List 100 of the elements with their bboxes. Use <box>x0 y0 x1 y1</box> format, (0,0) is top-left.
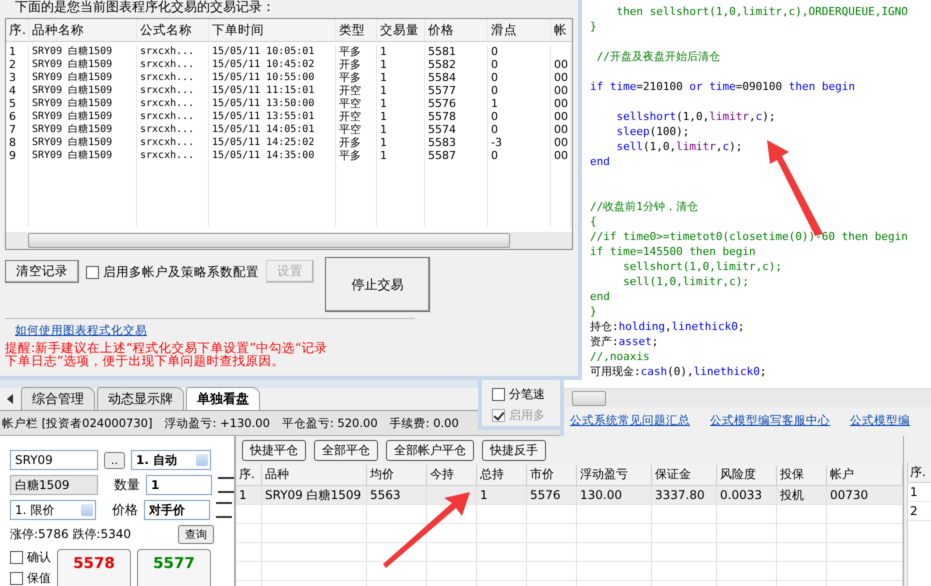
checkbox[interactable] <box>10 572 23 585</box>
table-cell: 15/05/11 13:50:00 <box>209 97 336 110</box>
tab[interactable]: 综合管理 <box>21 387 95 410</box>
table-cell: 1 <box>236 486 262 504</box>
column-header[interactable]: 保证金 <box>652 465 717 485</box>
table-cell: SRY09 白糖1509 <box>29 136 137 149</box>
account-info: 浮动盈亏: +130.00 <box>164 416 270 430</box>
help-link[interactable]: 如何使用图表程式化交易 <box>15 323 147 338</box>
table-cell: 1 <box>488 97 551 110</box>
table-cell: 00 <box>551 97 571 110</box>
checkbox[interactable] <box>86 266 99 279</box>
column-header[interactable]: 帐 <box>551 19 571 41</box>
toolbar-button[interactable]: 快捷平仓 <box>242 440 306 461</box>
tab[interactable]: 动态显示牌 <box>97 387 184 410</box>
code-line: //开盘及夜盘开始后清仓 <box>596 49 721 64</box>
column-header[interactable]: 市价 <box>527 465 577 485</box>
code-line: //收盘前1分钟，清仓 <box>590 199 699 214</box>
table-cell: 130.00 <box>577 486 652 504</box>
table-cell: 开空 <box>336 110 377 123</box>
checkbox[interactable] <box>10 551 23 564</box>
tab[interactable]: 单独看盘 <box>186 387 260 410</box>
column-header[interactable]: 交易量 <box>377 19 425 41</box>
table-cell: 15/05/11 11:15:01 <box>209 84 336 97</box>
query-button[interactable]: 查询 <box>178 525 214 544</box>
column-header[interactable]: 浮动盈亏 <box>577 465 652 485</box>
column-header[interactable]: 公式名称 <box>137 19 209 41</box>
checkbox-label: 启用多帐户及策略系数配置 <box>103 264 259 281</box>
column-header[interactable]: 类型 <box>336 19 377 41</box>
table-cell: 5563 <box>367 486 427 504</box>
column-header[interactable]: 价格 <box>425 19 488 41</box>
table-cell: 6 <box>6 110 29 123</box>
code-line: sell(1,0,limitr,c); <box>615 139 744 154</box>
table-cell: 1 <box>377 71 425 84</box>
help-link[interactable]: 公式系统常见问题汇总 <box>570 413 690 428</box>
table-cell: SRY09 白糖1509 <box>29 97 137 110</box>
table-cell: 2 <box>6 58 29 71</box>
column-header[interactable]: 序. <box>908 462 931 483</box>
column-header[interactable]: 品种名称 <box>29 19 137 41</box>
table-cell: 0 <box>488 71 551 84</box>
scroll-thumb[interactable] <box>572 390 606 406</box>
checkbox[interactable] <box>492 388 505 401</box>
checkbox-label: 确认 <box>27 549 51 566</box>
spinner-icon[interactable] <box>216 502 232 518</box>
code-line: //if time0>=timetot0(closetime(0))-60 then begin <box>590 229 909 244</box>
code-line: 可用现金:cash(0),linethick0; <box>590 364 768 379</box>
horizontal-scrollbar[interactable] <box>6 232 572 249</box>
table-cell: srxcxh... <box>137 110 209 123</box>
dialog-caption: 下面的是您当前图表程序化交易的交易记录： <box>14 0 276 17</box>
scroll-thumb[interactable] <box>28 233 510 248</box>
reminder-text: 提醒:新手建议在上述“程式化交易下单设置”中勾选“记录下单日志”选项，便于出现下单问题时查找原因。 <box>5 341 329 367</box>
code-line: end <box>590 154 611 169</box>
help-link[interactable]: 公式模型编 <box>850 413 910 428</box>
table-cell: 平多 <box>336 45 377 58</box>
table-cell: 8 <box>6 136 29 149</box>
column-header[interactable]: 均价 <box>367 465 427 485</box>
clear-records-button[interactable]: 清空记录 <box>5 260 79 283</box>
code-field[interactable]: SRY09 <box>10 450 98 470</box>
table-cell: 1 <box>377 97 425 110</box>
table-cell: 00 <box>551 110 571 123</box>
column-header[interactable]: 品种 <box>262 465 367 485</box>
price-field[interactable]: 对手价 <box>144 500 210 520</box>
horizontal-scrollbar[interactable] <box>564 388 931 407</box>
table-cell: srxcxh... <box>137 97 209 110</box>
spinner-icon[interactable] <box>218 477 234 493</box>
toolbar-button[interactable]: 快捷反手 <box>482 440 546 461</box>
table-row[interactable]: 1 SRY09 白糖1509 5563 1 5576 130.00 3337.80 0.0033 投机 00730 <box>236 486 903 505</box>
toolbar-button[interactable]: 全部平仓 <box>314 440 378 461</box>
table-cell: 1 <box>377 123 425 136</box>
table-cell: 1 <box>377 110 425 123</box>
table-cell: SRY09 白糖1509 <box>29 58 137 71</box>
column-header[interactable]: 总持 <box>477 465 527 485</box>
price-limits: 涨停:5786 跌停:5340 <box>10 526 131 543</box>
table-cell: 3 <box>6 71 29 84</box>
stop-trading-button[interactable]: 停止交易 <box>325 257 430 312</box>
column-header[interactable]: 滑点 <box>488 19 551 41</box>
buy-button[interactable]: 5578 <box>57 549 131 586</box>
table-cell: SRY09 白糖1509 <box>29 149 137 162</box>
column-header[interactable]: 序. <box>236 465 262 485</box>
column-header[interactable]: 风险度 <box>717 465 777 485</box>
column-header[interactable]: 今持 <box>427 465 477 485</box>
browse-button[interactable]: .. <box>104 452 125 468</box>
code-line: end <box>590 289 611 304</box>
sell-button[interactable]: 5577 <box>137 549 211 586</box>
table-cell: 5587 <box>425 149 488 162</box>
code-line: sleep(100); <box>615 124 690 139</box>
column-header[interactable]: 序. <box>6 19 29 41</box>
price-type-select[interactable]: 1. 限价 <box>10 500 96 520</box>
toolbar-button[interactable]: 全部帐户平仓 <box>386 440 474 461</box>
table-cell: 9 <box>6 149 29 162</box>
help-link[interactable]: 公式模型编写客服中心 <box>710 413 830 428</box>
table-cell: 1 <box>377 45 425 58</box>
column-header[interactable]: 下单时间 <box>209 19 336 41</box>
table-cell: 0 <box>488 149 551 162</box>
column-header[interactable]: 投保 <box>777 465 827 485</box>
column-header[interactable]: 帐户 <box>827 465 903 485</box>
table-cell: srxcxh... <box>137 136 209 149</box>
qty-field[interactable]: 1 <box>146 475 212 495</box>
mode-select[interactable]: 1. 自动 <box>131 450 211 470</box>
table-cell: 00 <box>551 71 571 84</box>
account-info: 手续费: 0.00 <box>390 416 459 430</box>
